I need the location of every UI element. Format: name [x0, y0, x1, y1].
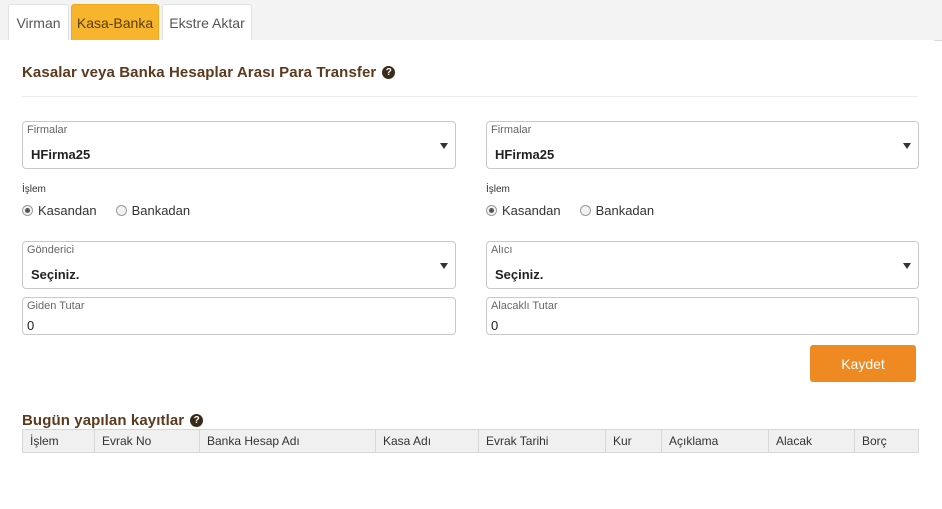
left-radio-kasandan-label: Kasandan — [38, 203, 97, 218]
left-firma-select[interactable]: Firmalar HFirma25 — [22, 121, 456, 169]
chevron-down-icon — [440, 263, 448, 269]
records-section-title: Bugün yapılan kayıtlar ? — [22, 412, 204, 429]
column-header-kasa-adi[interactable]: Kasa Adı — [375, 429, 479, 453]
save-button[interactable]: Kaydet — [810, 345, 916, 382]
column-header-islem[interactable]: İşlem — [22, 429, 95, 453]
giden-tutar-value[interactable]: 0 — [27, 318, 34, 333]
alacakli-tutar-field[interactable]: Alacaklı Tutar 0 — [486, 297, 919, 335]
chevron-down-icon — [440, 143, 448, 149]
chevron-down-icon — [903, 263, 911, 269]
gonderici-label: Gönderici — [27, 244, 75, 256]
alacakli-tutar-value[interactable]: 0 — [491, 318, 498, 333]
right-firma-value: HFirma25 — [495, 147, 555, 162]
section-divider — [22, 96, 918, 97]
records-title-text: Bugün yapılan kayıtlar — [22, 412, 185, 429]
column-header-kur[interactable]: Kur — [605, 429, 662, 453]
tab-kasa-banka[interactable]: Kasa-Banka — [71, 4, 159, 40]
tab-bar: Virman Kasa-Banka Ekstre Aktar — [0, 0, 942, 41]
transfer-title-text: Kasalar veya Banka Hesaplar Arası Para T… — [22, 64, 377, 81]
column-header-borc[interactable]: Borç — [854, 429, 919, 453]
giden-tutar-label: Giden Tutar — [27, 300, 85, 312]
left-islem-label: İşlem — [22, 184, 46, 195]
left-islem-radio-group: Kasandan Bankadan — [22, 203, 209, 218]
left-radio-bankadan-label: Bankadan — [131, 203, 191, 218]
right-radio-kasandan-label: Kasandan — [502, 203, 561, 218]
alici-select[interactable]: Alıcı Seçiniz. — [486, 241, 919, 289]
tab-virman[interactable]: Virman — [8, 4, 69, 40]
right-islem-radio-group: Kasandan Bankadan — [486, 203, 673, 218]
column-header-banka-hesap-adi[interactable]: Banka Hesap Adı — [199, 429, 376, 453]
column-header-evrak-tarihi[interactable]: Evrak Tarihi — [478, 429, 606, 453]
radio-checked-icon[interactable] — [486, 205, 497, 216]
chevron-down-icon — [903, 143, 911, 149]
alacakli-tutar-label: Alacaklı Tutar — [491, 300, 558, 312]
table-header-row: İşlem Evrak No Banka Hesap Adı Kasa Adı … — [22, 429, 919, 453]
right-islem-label: İşlem — [486, 184, 510, 195]
right-radio-bankadan[interactable]: Bankadan — [579, 203, 655, 218]
right-radio-kasandan[interactable]: Kasandan — [486, 203, 561, 218]
right-radio-bankadan-label: Bankadan — [595, 203, 655, 218]
left-radio-kasandan[interactable]: Kasandan — [22, 203, 97, 218]
alici-value: Seçiniz. — [495, 267, 544, 282]
right-firma-select[interactable]: Firmalar HFirma25 — [486, 121, 919, 169]
column-header-aciklama[interactable]: Açıklama — [661, 429, 769, 453]
radio-unchecked-icon[interactable] — [115, 205, 127, 216]
column-header-evrak-no[interactable]: Evrak No — [94, 429, 200, 453]
giden-tutar-field[interactable]: Giden Tutar 0 — [22, 297, 456, 335]
question-circle-icon[interactable]: ? — [382, 66, 396, 79]
question-circle-icon[interactable]: ? — [190, 414, 204, 427]
gonderici-select[interactable]: Gönderici Seçiniz. — [22, 241, 456, 289]
transfer-section-title: Kasalar veya Banka Hesaplar Arası Para T… — [22, 64, 396, 81]
left-radio-bankadan[interactable]: Bankadan — [115, 203, 191, 218]
right-firma-label: Firmalar — [491, 124, 532, 136]
left-firma-value: HFirma25 — [31, 147, 91, 162]
alici-label: Alıcı — [491, 244, 513, 256]
records-table: İşlem Evrak No Banka Hesap Adı Kasa Adı … — [22, 429, 919, 453]
radio-unchecked-icon[interactable] — [579, 205, 591, 216]
left-firma-label: Firmalar — [27, 124, 68, 136]
tab-ekstre-aktar[interactable]: Ekstre Aktar — [162, 4, 252, 40]
gonderici-value: Seçiniz. — [31, 267, 80, 282]
radio-checked-icon[interactable] — [22, 205, 33, 216]
column-header-alacak[interactable]: Alacak — [768, 429, 855, 453]
